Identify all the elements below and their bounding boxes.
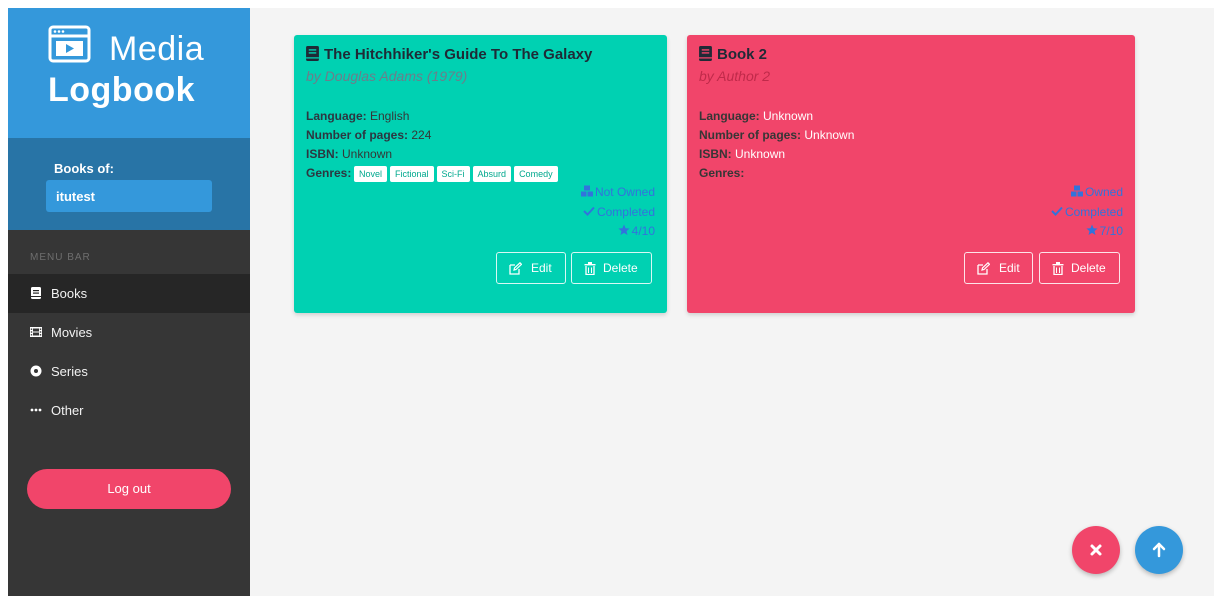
rating-text: 4/10 [631,224,655,238]
disc-icon [30,365,42,377]
trash-icon [584,262,596,275]
genres-row: Genres: [699,166,744,180]
book-icon [306,46,319,61]
pages-row: Number of pages: 224 [306,128,431,142]
genres-label: Genres: [699,166,745,180]
book-icon [31,287,41,299]
book-author: by Author 2 [699,68,771,84]
genre-tag: Absurd [472,166,512,182]
close-button[interactable] [1072,526,1120,574]
language-label: Language: [699,109,760,123]
book-title: The Hitchhiker's Guide To The Galaxy [324,46,593,63]
ellipsis-icon [30,408,42,412]
boxes-icon [1070,185,1083,197]
edit-button[interactable]: Edit [964,252,1033,284]
book-title-row: Book 2 [699,46,767,63]
book-card: Book 2 by Author 2 Language: Unknown Num… [687,35,1135,313]
completion-status: Completed [1051,205,1123,219]
pages-value: 224 [408,128,432,142]
language-value: English [366,109,410,123]
genre-tag: Comedy [514,166,558,182]
username: itutest [56,189,95,204]
completion-text: Completed [596,205,655,219]
ownership-status: Owned [1070,185,1123,199]
edit-button[interactable]: Edit [496,252,566,284]
pages-value: Unknown [801,128,855,142]
genres-row: Genres: [306,166,351,180]
delete-label: Delete [1071,261,1106,275]
book-author: by Douglas Adams (1979) [306,68,468,84]
scroll-top-button[interactable] [1135,526,1183,574]
pages-label: Number of pages: [306,128,409,142]
completion-status: Completed [583,205,655,219]
brand-header[interactable]: Media Logbook [8,8,250,138]
star-icon [1086,224,1098,235]
sidebar-item-series[interactable]: Series [8,352,250,391]
media-player-icon [48,25,91,63]
book-title-row: The Hitchhiker's Guide To The Galaxy [306,46,592,63]
edit-icon [977,262,990,275]
star-icon [618,224,630,235]
genres-label: Genres: [306,166,352,180]
delete-button[interactable]: Delete [571,252,652,284]
app-frame: Media Logbook Books of: itutest MENU BAR… [8,8,1214,596]
sidebar: Media Logbook Books of: itutest MENU BAR… [8,8,250,596]
sidebar-item-books[interactable]: Books [8,274,250,313]
language-row: Language: English [306,109,409,123]
edit-label: Edit [531,261,552,275]
rating-text: 7/10 [1099,224,1123,238]
delete-label: Delete [603,261,638,275]
genre-tag: Sci-Fi [436,166,470,182]
ownership-status: Not Owned [580,185,655,199]
sidebar-item-other[interactable]: Other [8,391,250,430]
delete-button[interactable]: Delete [1039,252,1120,284]
rating: 4/10 [618,224,655,238]
check-icon [1051,206,1063,216]
pages-row: Number of pages: Unknown [699,128,854,142]
user-panel: Books of: itutest [8,138,250,230]
film-icon [30,327,42,337]
isbn-row: ISBN: Unknown [306,147,392,161]
sidebar-item-label: Series [51,364,88,379]
sidebar-item-label: Books [51,286,88,301]
language-label: Language: [306,109,367,123]
ownership-text: Owned [1084,185,1123,199]
ownership-text: Not Owned [594,185,655,199]
language-row: Language: Unknown [699,109,813,123]
book-icon [699,46,712,61]
brand-title-top: Media [109,30,205,68]
boxes-icon [580,185,593,197]
isbn-value: Unknown [338,147,393,161]
sidebar-item-label: Other [51,403,84,418]
isbn-row: ISBN: Unknown [699,147,785,161]
check-icon [583,206,595,216]
menu-bar-label: MENU BAR [30,252,91,263]
genre-tag: Fictional [390,166,434,182]
book-title: Book 2 [717,46,768,63]
edit-label: Edit [999,261,1020,275]
sidebar-item-label: Movies [51,325,93,340]
edit-icon [509,262,522,275]
language-value: Unknown [759,109,814,123]
rating: 7/10 [1086,224,1123,238]
logout-button[interactable]: Log out [27,469,231,509]
isbn-label: ISBN: [306,147,339,161]
brand-title-bottom: Logbook [48,71,196,109]
close-icon [1090,544,1102,556]
genre-tag: Novel [354,166,388,182]
completion-text: Completed [1064,205,1123,219]
trash-icon [1052,262,1064,275]
pages-label: Number of pages: [699,128,802,142]
genre-tags: Novel Fictional Sci-Fi Absurd Comedy [354,164,561,182]
book-card: The Hitchhiker's Guide To The Galaxy by … [294,35,667,313]
sidebar-item-movies[interactable]: Movies [8,313,250,352]
isbn-value: Unknown [731,147,786,161]
books-of-label: Books of: [54,161,114,176]
isbn-label: ISBN: [699,147,732,161]
arrow-up-icon [1152,542,1166,558]
username-box[interactable]: itutest [46,180,212,212]
